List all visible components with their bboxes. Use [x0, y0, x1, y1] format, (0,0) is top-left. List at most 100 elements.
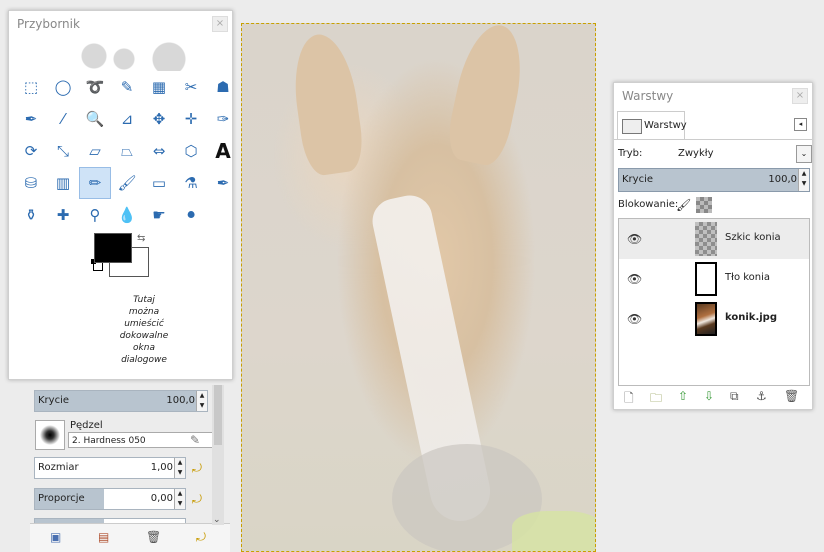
size-spin[interactable]: ▲ ▼	[174, 458, 185, 478]
foreground-select-tool[interactable]: ☗	[207, 71, 239, 103]
layers-panel: Warstwy × Warstwy ◂ Tryb: Zwykły ⌄ Kryci…	[613, 82, 813, 410]
layer-name[interactable]: Szkic konia	[725, 232, 781, 243]
raise-layer-icon[interactable]: ⇧	[678, 389, 688, 403]
opacity-slider[interactable]: Krycie 100,0 ▲ ▼	[34, 390, 208, 412]
duplicate-layer-icon[interactable]: ⧉	[730, 389, 739, 404]
scale-tool[interactable]: ⤡	[47, 135, 79, 167]
layer-name[interactable]: konik.jpg	[725, 312, 777, 323]
text-tool[interactable]: A	[207, 135, 239, 167]
zoom-icon: 🔍	[85, 109, 105, 128]
save-preset-icon[interactable]: ▣	[50, 530, 61, 544]
crop-tool[interactable]: ✑	[207, 103, 239, 135]
lock-row: Blokowanie: 🖌	[618, 197, 712, 213]
align-icon: ✛	[184, 109, 198, 128]
layers-title-bar[interactable]: Warstwy ×	[614, 83, 812, 109]
mode-select[interactable]: Zwykły ⌄	[674, 145, 812, 163]
blur-tool[interactable]: 💧	[111, 199, 143, 231]
ratio-slider[interactable]: Proporcje 0,00 ▲ ▼	[34, 488, 186, 510]
pencil-tool[interactable]: ✏	[79, 167, 111, 199]
layer-thumbnail	[695, 222, 717, 256]
scroll-down-icon[interactable]: ⌄	[213, 515, 221, 525]
ellipse-select-tool[interactable]: ◯	[47, 71, 79, 103]
lock-alpha-icon[interactable]	[696, 197, 712, 213]
tab-layers[interactable]: Warstwy	[617, 111, 687, 139]
close-icon[interactable]: ×	[212, 16, 228, 32]
clone-tool[interactable]: ⚱	[15, 199, 47, 231]
heal-tool[interactable]: ✚	[47, 199, 79, 231]
scissors-tool[interactable]: ✂	[175, 71, 207, 103]
fuzzy-select-tool[interactable]: ✎	[111, 71, 143, 103]
restore-preset-icon[interactable]: ▤	[98, 530, 109, 544]
scrollbar-thumb[interactable]	[214, 385, 222, 445]
lower-layer-icon[interactable]: ⇩	[704, 389, 714, 403]
paths-tool[interactable]: ✒	[15, 103, 47, 135]
layer-row[interactable]: 👁 konik.jpg	[619, 299, 809, 339]
free-select-tool[interactable]: ➰	[79, 71, 111, 103]
layer-row[interactable]: 👁 Tło konia	[619, 259, 809, 299]
layers-footer: 🗋 🗀 ⇧ ⇩ ⧉ ⚓ 🗑	[618, 389, 810, 407]
ink-tool[interactable]: ✒	[207, 167, 239, 199]
layer-name[interactable]: Tło konia	[725, 272, 770, 283]
bucket-fill-tool[interactable]: ⛁	[15, 167, 47, 199]
layer-opacity-slider[interactable]: Krycie 100,0 ▲ ▼	[618, 168, 810, 192]
reset-size-icon[interactable]: ⤾	[192, 461, 206, 475]
eraser-tool[interactable]: ▭	[143, 167, 175, 199]
ratio-spin[interactable]: ▲ ▼	[174, 489, 185, 509]
layer-opacity-spin[interactable]: ▲ ▼	[798, 169, 809, 191]
chevron-down-icon[interactable]: ⌄	[796, 145, 812, 163]
layer-row[interactable]: 👁 Szkic konia	[619, 219, 809, 259]
mode-value: Zwykły	[678, 148, 714, 159]
reset-ratio-icon[interactable]: ⤾	[192, 492, 206, 506]
anchor-layer-icon[interactable]: ⚓	[756, 389, 767, 403]
cage-icon: ⬡	[184, 141, 198, 160]
airbrush-tool[interactable]: ⚗	[175, 167, 207, 199]
flip-tool[interactable]: ⇔	[143, 135, 175, 167]
bucket-fill-icon: ⛁	[24, 173, 38, 192]
perspective-tool[interactable]: ⏢	[111, 135, 143, 167]
move-tool[interactable]: ✥	[143, 103, 175, 135]
cage-tool[interactable]: ⬡	[175, 135, 207, 167]
zoom-tool[interactable]: 🔍	[79, 103, 111, 135]
rotate-tool[interactable]: ⟳	[15, 135, 47, 167]
new-group-icon[interactable]: 🗀	[650, 389, 662, 410]
rect-select-tool[interactable]: ⬚	[15, 71, 47, 103]
align-tool[interactable]: ✛	[175, 103, 207, 135]
foreground-color-swatch[interactable]	[94, 233, 132, 263]
ellipse-select-icon: ◯	[54, 77, 72, 96]
tool-options-scrollbar[interactable]: ⌄	[212, 385, 224, 525]
layers-title: Warstwy	[622, 89, 674, 103]
size-slider[interactable]: Rozmiar 1,00 ▲ ▼	[34, 457, 186, 479]
eye-icon[interactable]: 👁	[627, 272, 642, 286]
layer-opacity-label: Krycie	[622, 174, 654, 185]
flip-icon: ⇔	[152, 141, 166, 160]
color-picker-tool[interactable]: ⁄	[47, 103, 79, 135]
dodge-burn-tool[interactable]: ⚫	[175, 199, 207, 231]
swap-colors-icon[interactable]: ⇆	[137, 233, 145, 244]
perspective-clone-tool[interactable]: ⚲	[79, 199, 111, 231]
toolbox-title-bar[interactable]: Przybornik ×	[9, 11, 232, 37]
layer-list: 👁 Szkic konia 👁 Tło konia 👁 konik.jpg	[618, 218, 810, 386]
delete-preset-icon[interactable]: 🗑	[146, 530, 161, 544]
gradient-tool[interactable]: ▥	[47, 167, 79, 199]
eye-icon[interactable]: 👁	[627, 232, 642, 246]
layer-thumbnail	[695, 302, 717, 336]
select-by-color-tool[interactable]: ▦	[143, 71, 175, 103]
close-icon[interactable]: ×	[792, 88, 808, 104]
opacity-value: 100,0	[166, 395, 195, 406]
image-canvas[interactable]	[241, 23, 596, 552]
shear-tool[interactable]: ▱	[79, 135, 111, 167]
smudge-tool[interactable]: ☛	[143, 199, 175, 231]
opacity-spin[interactable]: ▲ ▼	[196, 391, 207, 411]
tab-menu-icon[interactable]: ◂	[794, 118, 807, 131]
smudge-icon: ☛	[152, 205, 166, 224]
brush-preview[interactable]	[35, 420, 65, 450]
color-picker-icon: ⁄	[61, 109, 65, 128]
eye-icon[interactable]: 👁	[627, 312, 642, 326]
delete-layer-icon[interactable]: 🗑	[784, 389, 799, 403]
lock-pixels-icon[interactable]: 🖌	[676, 198, 691, 212]
reset-options-icon[interactable]: ⤾	[196, 530, 206, 545]
edit-brush-icon[interactable]: ✎	[190, 433, 204, 447]
new-layer-icon[interactable]: 🗋	[624, 389, 634, 410]
measure-tool[interactable]: ⊿	[111, 103, 143, 135]
paintbrush-tool[interactable]: 🖌	[111, 167, 143, 199]
